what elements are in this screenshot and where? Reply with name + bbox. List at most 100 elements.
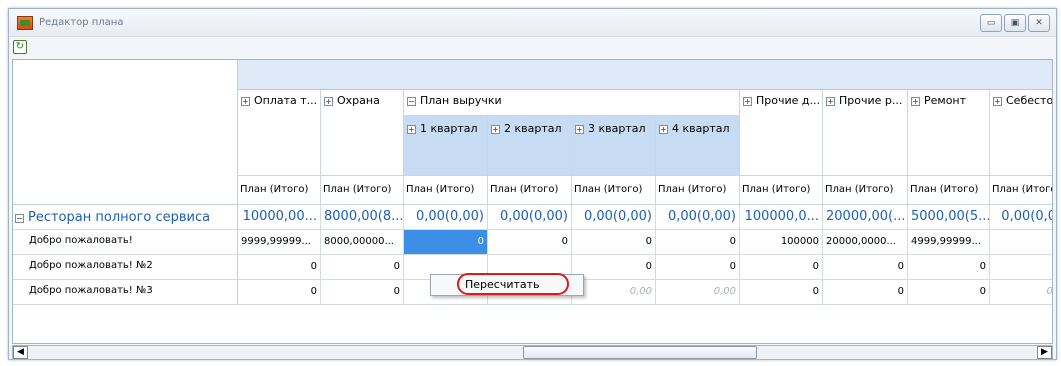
expand-icon[interactable]: + [993,97,1002,106]
table-cell[interactable]: 0 [238,280,321,305]
table-cell[interactable]: 0,00(0,00) [572,205,656,230]
subheader-cell: План (Итого) [238,176,321,205]
close-button[interactable]: ✕ [1028,14,1050,32]
table-cell[interactable] [990,230,1052,255]
subheader-cell: План (Итого) [823,176,908,205]
subheader-cell: План (Итого) [321,176,404,205]
minimize-button[interactable]: ▭ [980,14,1002,32]
table-cell[interactable]: 8000,00(8... [321,205,404,230]
expand-icon[interactable]: + [407,125,416,134]
table-cell[interactable]: 0 [656,230,740,255]
column-header-oplata[interactable]: + Оплата т... [238,90,321,176]
column-header-label: 1 квартал [420,122,478,135]
toolbar: ↻ [9,37,1056,59]
scrollbar-thumb[interactable] [523,346,757,359]
table-cell[interactable]: 0 [823,280,908,305]
subheader-cell: План (Итого) [656,176,740,205]
column-header-label: Прочие д... [756,94,820,107]
column-header-okhrana[interactable]: + Охрана [321,90,404,176]
table-cell[interactable]: 20000,00(... [823,205,908,230]
plan-grid: + Оплата т... + Охрана − План выручки +1 кв… [12,59,1053,344]
table-cell[interactable]: 0,00(0,00) [404,205,488,230]
table-cell[interactable]: 0,00(0,0 [990,205,1052,230]
expand-icon[interactable]: + [241,97,250,106]
title-bar: Редактор плана ▭ ▣ ✕ [9,9,1056,37]
table-cell[interactable]: 0,00 [572,280,656,305]
expand-icon[interactable]: + [911,97,920,106]
table-cell[interactable]: 5000,00(5... [908,205,990,230]
collapse-icon[interactable]: − [407,97,416,106]
table-cell[interactable]: 100000 [740,230,823,255]
maximize-button[interactable]: ▣ [1004,14,1026,32]
row-label: Ресторан полного сервиса [28,210,211,225]
row-header[interactable]: Добро пожаловать! [13,230,238,255]
context-menu: Пересчитать [430,274,584,296]
expand-icon[interactable]: + [575,125,584,134]
grid-corner [13,60,238,205]
subheader-cell: План (Итого) [740,176,823,205]
plan-editor-window: Редактор плана ▭ ▣ ✕ ↻ + Оплата т... + Охр… [8,8,1057,360]
column-header-plan-vyruchki[interactable]: − План выручки [404,90,740,116]
app-icon [17,16,33,30]
column-header-label: Охрана [337,94,380,107]
column-header-remont[interactable]: + Ремонт [908,90,990,176]
table-cell[interactable]: 0,00 [656,280,740,305]
table-cell[interactable]: 0 [238,255,321,280]
table-row: Добро пожаловать! 9999,99999... 8000,000… [13,230,1052,255]
table-cell[interactable]: 0 [740,280,823,305]
expand-icon[interactable]: + [826,97,835,106]
column-header-q4[interactable]: +4 квартал [656,116,740,176]
selected-cell[interactable]: 0 [404,230,488,255]
table-row-group: − Ресторан полного сервиса 10000,00... 80… [13,205,1052,230]
row-header-group[interactable]: − Ресторан полного сервиса [13,205,238,230]
table-cell[interactable]: 0 [656,255,740,280]
table-cell[interactable]: 0, [990,280,1052,305]
subheader-cell: План (Итого) [908,176,990,205]
column-header-sebestoimost[interactable]: + Себестоим [990,90,1052,176]
table-cell[interactable]: 0 [823,255,908,280]
table-cell[interactable]: 10000,00... [238,205,321,230]
column-header-label: 4 квартал [672,122,730,135]
expand-icon[interactable]: + [491,125,500,134]
expand-icon[interactable]: + [659,125,668,134]
table-cell[interactable]: 0,00(0,00) [656,205,740,230]
table-cell[interactable]: 0,00(0,00) [488,205,572,230]
table-cell[interactable]: 8000,00000... [321,230,404,255]
subheader-cell: План (Итого) [488,176,572,205]
collapse-icon[interactable]: − [15,214,24,223]
table-cell[interactable] [990,255,1052,280]
scroll-right-icon[interactable]: ▶ [1037,346,1052,359]
table-cell[interactable]: 9999,99999... [238,230,321,255]
table-cell[interactable]: 0 [321,255,404,280]
column-header-prochie-r[interactable]: + Прочие р... [823,90,908,176]
column-header-label: План выручки [420,94,502,107]
table-cell[interactable]: 4999,99999... [908,230,990,255]
table-cell[interactable]: 0 [488,230,572,255]
row-header[interactable]: Добро пожаловать! №3 [13,280,238,305]
refresh-icon[interactable]: ↻ [13,40,27,54]
column-header-q2[interactable]: +2 квартал [488,116,572,176]
subheader-cell: План (Итого) [990,176,1052,205]
scroll-left-icon[interactable]: ◀ [13,346,28,359]
table-cell[interactable]: 0 [572,255,656,280]
table-cell[interactable]: 100000,0... [740,205,823,230]
expand-icon[interactable]: + [743,97,752,106]
column-header-label: Оплата т... [254,94,318,107]
row-header[interactable]: Добро пожаловать! №2 [13,255,238,280]
table-cell[interactable]: 0 [740,255,823,280]
horizontal-scrollbar[interactable]: ◀ ▶ [12,345,1053,360]
column-header-prochie-d[interactable]: + Прочие д... [740,90,823,176]
column-header-q3[interactable]: +3 квартал [572,116,656,176]
table-cell[interactable]: 0 [908,280,990,305]
subheader-cell: План (Итого) [572,176,656,205]
column-header-label: Ремонт [924,94,967,107]
subheader-cell: План (Итого) [404,176,488,205]
recalculate-menu-item[interactable]: Пересчитать [437,276,557,294]
expand-icon[interactable]: + [324,97,333,106]
table-cell[interactable]: 0 [321,280,404,305]
column-header-q1[interactable]: +1 квартал [404,116,488,176]
window-title: Редактор плана [39,17,124,28]
table-cell[interactable]: 0 [908,255,990,280]
table-cell[interactable]: 20000,0000... [823,230,908,255]
table-cell[interactable]: 0 [572,230,656,255]
